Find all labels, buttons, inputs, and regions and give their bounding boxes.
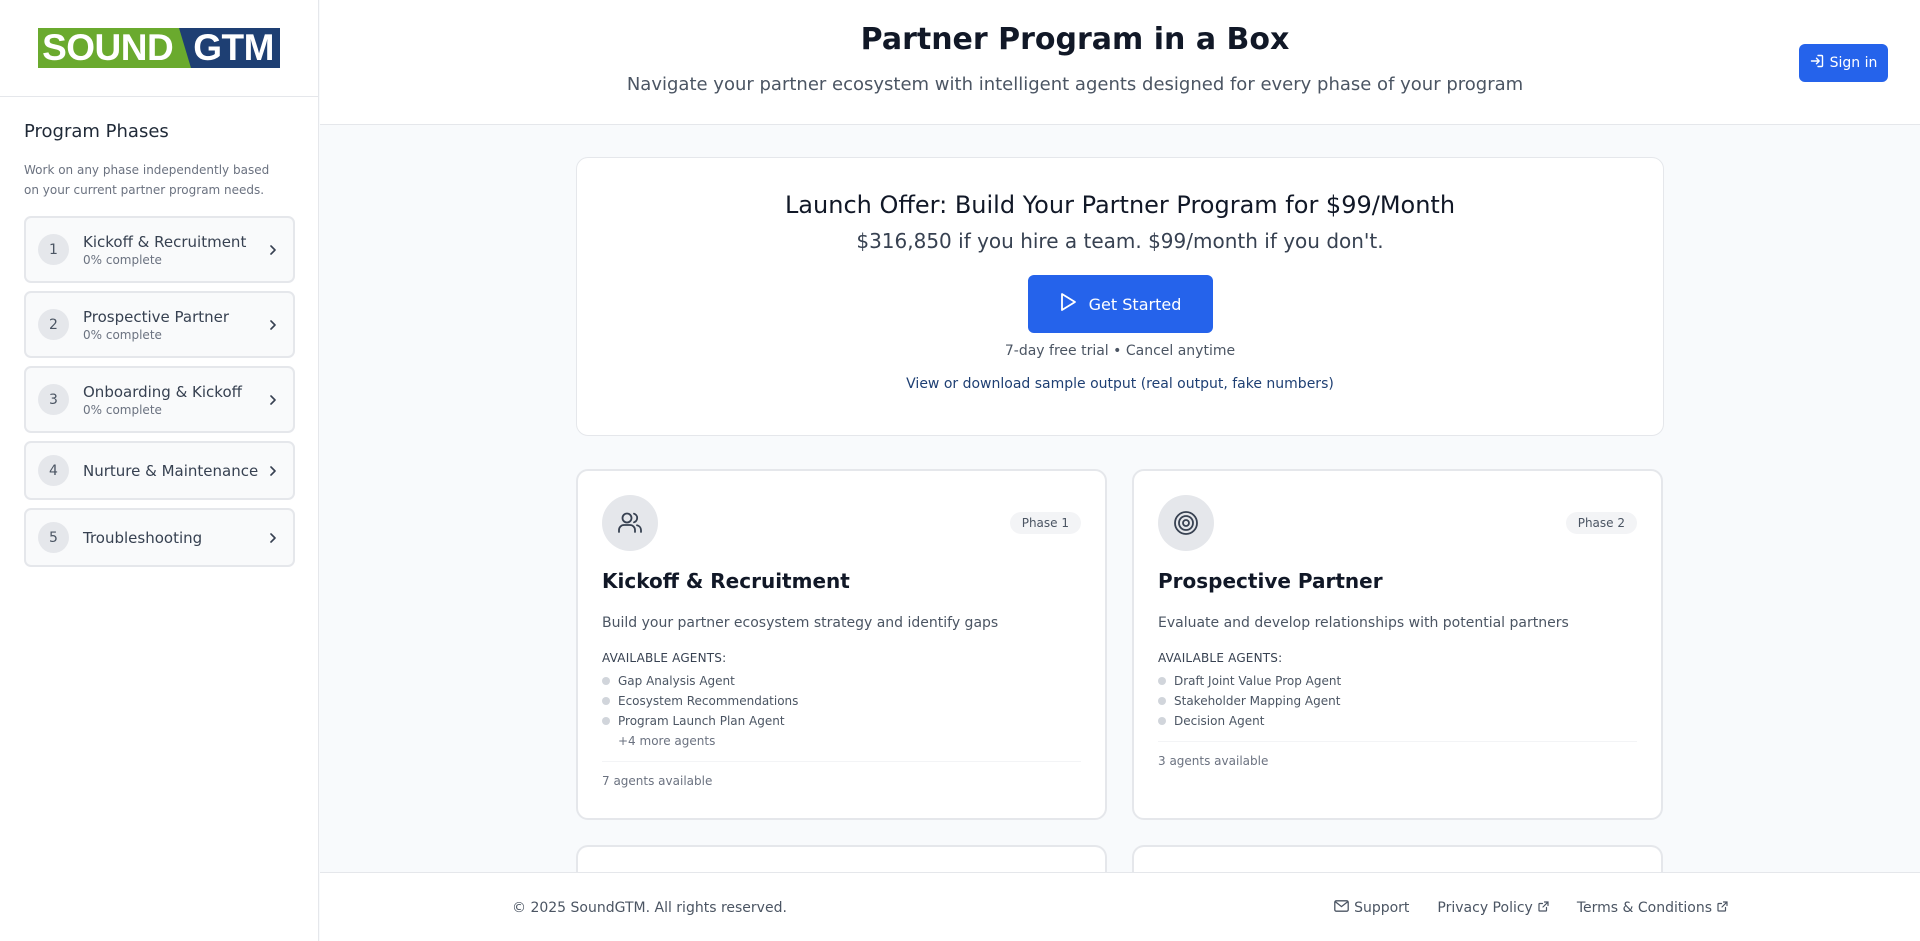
phase-progress: 0% complete xyxy=(83,327,162,342)
terms-label: Terms & Conditions xyxy=(1576,900,1712,916)
agent-name: Ecosystem Recommendations xyxy=(618,694,799,708)
sign-in-icon xyxy=(1810,54,1824,72)
agents-label: AVAILABLE AGENTS: xyxy=(1158,651,1283,665)
copyright-text: © 2025 SoundGTM. All rights reserved. xyxy=(512,900,787,916)
privacy-label: Privacy Policy xyxy=(1437,900,1533,916)
phase-name: Kickoff & Recruitment xyxy=(83,232,247,251)
page-subtitle: Navigate your partner ecosystem with int… xyxy=(626,74,1524,95)
mail-icon xyxy=(1334,900,1349,916)
card-title: Prospective Partner xyxy=(1158,569,1383,593)
sidebar-phase-2[interactable]: 2 Prospective Partner 0% complete xyxy=(24,291,295,358)
agent-name: Gap Analysis Agent xyxy=(618,674,735,688)
support-link[interactable]: Support xyxy=(1334,900,1409,916)
agent-name: Decision Agent xyxy=(1174,714,1265,728)
phase-badge: Phase 2 xyxy=(1565,512,1637,534)
list-item: Draft Joint Value Prop Agent xyxy=(1158,671,1637,691)
phase-number: 1 xyxy=(38,234,69,265)
bullet-dot xyxy=(602,697,610,705)
list-item: Program Launch Plan Agent xyxy=(602,711,1081,731)
trial-note: 7-day free trial • Cancel anytime xyxy=(1004,343,1236,359)
agent-name: Stakeholder Mapping Agent xyxy=(1174,694,1341,708)
terms-link[interactable]: Terms & Conditions xyxy=(1577,900,1728,916)
get-started-label: Get Started xyxy=(1088,294,1182,314)
sidebar-phase-1[interactable]: 1 Kickoff & Recruitment 0% complete xyxy=(24,216,295,283)
bullet-dot xyxy=(1158,677,1166,685)
bullet-dot xyxy=(1158,697,1166,705)
phase-name: Onboarding & Kickoff xyxy=(83,382,242,401)
list-item: Ecosystem Recommendations xyxy=(602,691,1081,711)
logo-area: SOUND GTM xyxy=(0,0,318,97)
sidebar: SOUND GTM Program Phases Work on any pha… xyxy=(0,0,319,941)
phase-progress: 0% complete xyxy=(83,252,162,267)
page-title: Partner Program in a Box xyxy=(860,22,1290,57)
sidebar-description: Work on any phase independently based on… xyxy=(24,163,270,197)
phase-number: 2 xyxy=(38,309,69,340)
external-link-icon xyxy=(1538,900,1549,916)
list-item: Decision Agent xyxy=(1158,711,1637,731)
phase-card-2[interactable]: Phase 2 Prospective Partner Evaluate and… xyxy=(1132,469,1663,820)
bullet-dot xyxy=(602,677,610,685)
card-description: Build your partner ecosystem strategy an… xyxy=(602,615,999,631)
page-header: Partner Program in a Box Navigate your p… xyxy=(320,0,1920,125)
phase-name: Troubleshooting xyxy=(83,528,203,547)
offer-title: Launch Offer: Build Your Partner Program… xyxy=(784,191,1456,219)
phase-card-1[interactable]: Phase 1 Kickoff & Recruitment Build your… xyxy=(576,469,1107,820)
phase-number: 5 xyxy=(38,522,69,553)
agents-count: 7 agents available xyxy=(602,761,1081,788)
play-icon xyxy=(1059,292,1077,316)
bullet-dot xyxy=(1158,717,1166,725)
agent-list: Gap Analysis Agent Ecosystem Recommendat… xyxy=(602,671,1081,731)
agents-count: 3 agents available xyxy=(1158,741,1637,768)
chevron-right-icon xyxy=(265,317,281,333)
external-link-icon xyxy=(1717,900,1728,916)
chevron-right-icon xyxy=(265,530,281,546)
agents-label: AVAILABLE AGENTS: xyxy=(602,651,727,665)
logo-gtm-text: GTM xyxy=(191,28,280,68)
phase-number: 3 xyxy=(38,384,69,415)
chevron-right-icon xyxy=(265,463,281,479)
get-started-button[interactable]: Get Started xyxy=(1027,275,1213,333)
phase-name: Nurture & Maintenance xyxy=(83,461,259,480)
users-icon xyxy=(602,495,658,551)
list-item: Stakeholder Mapping Agent xyxy=(1158,691,1637,711)
more-agents-note: +4 more agents xyxy=(618,734,716,748)
phase-name: Prospective Partner xyxy=(83,307,230,326)
list-item: Gap Analysis Agent xyxy=(602,671,1081,691)
target-icon xyxy=(1158,495,1214,551)
sign-in-button[interactable]: Sign in xyxy=(1799,44,1888,82)
bullet-dot xyxy=(602,717,610,725)
phase-badge: Phase 1 xyxy=(1009,512,1081,534)
phase-progress: 0% complete xyxy=(83,402,162,417)
agent-name: Program Launch Plan Agent xyxy=(618,714,785,728)
page-footer: © 2025 SoundGTM. All rights reserved. Su… xyxy=(320,872,1920,941)
agent-name: Draft Joint Value Prop Agent xyxy=(1174,674,1342,688)
launch-offer-panel: Launch Offer: Build Your Partner Program… xyxy=(576,157,1664,436)
sidebar-phase-3[interactable]: 3 Onboarding & Kickoff 0% complete xyxy=(24,366,295,433)
agent-list: Draft Joint Value Prop Agent Stakeholder… xyxy=(1158,671,1637,731)
phase-number: 4 xyxy=(38,455,69,486)
card-description: Evaluate and develop relationships with … xyxy=(1158,615,1569,631)
support-label: Support xyxy=(1354,900,1410,916)
sidebar-phase-5[interactable]: 5 Troubleshooting xyxy=(24,508,295,567)
logo-slash xyxy=(179,28,192,68)
sample-output-link[interactable]: View or download sample output (real out… xyxy=(906,376,1334,392)
sidebar-phase-4[interactable]: 4 Nurture & Maintenance xyxy=(24,441,295,500)
logo-sound-text: SOUND xyxy=(38,28,180,68)
soundgtm-logo[interactable]: SOUND GTM xyxy=(38,28,280,68)
card-title: Kickoff & Recruitment xyxy=(602,569,850,593)
chevron-right-icon xyxy=(265,392,281,408)
sidebar-title: Program Phases xyxy=(24,121,169,142)
chevron-right-icon xyxy=(265,242,281,258)
offer-subtitle: $316,850 if you hire a team. $99/month i… xyxy=(856,229,1384,253)
sign-in-label: Sign in xyxy=(1829,55,1878,71)
privacy-policy-link[interactable]: Privacy Policy xyxy=(1437,900,1549,916)
